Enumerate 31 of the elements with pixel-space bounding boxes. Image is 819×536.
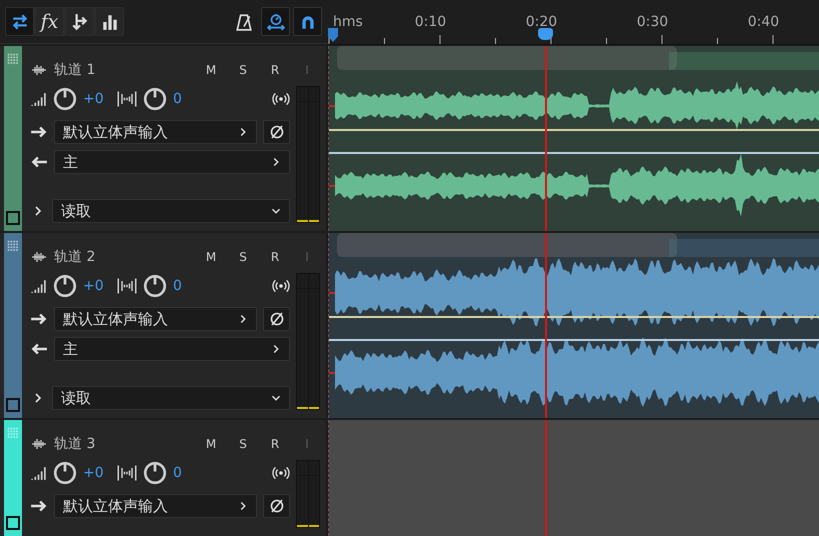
time-unit-label: hms (332, 14, 364, 30)
output-dropdown[interactable]: 主 (54, 150, 290, 174)
pan-value: 0 (173, 465, 183, 481)
time-label: 0:40 (746, 14, 780, 30)
input-dropdown[interactable]: 默认立体声输入 (54, 494, 257, 518)
automation-dropdown[interactable]: 读取 (52, 386, 290, 410)
input-dropdown[interactable]: 默认立体声输入 (54, 120, 257, 144)
track-name: 轨道 1 (54, 61, 96, 79)
track-toggle-button[interactable]: S (230, 63, 256, 77)
pan-value: 0 (173, 278, 183, 294)
track-toggle-button[interactable]: S (230, 437, 256, 451)
time-label: 0:10 (414, 14, 448, 30)
track-toggle-button[interactable]: M (198, 250, 224, 264)
automation-dropdown[interactable]: 读取 (52, 199, 290, 223)
volume-value: +0 (83, 465, 105, 481)
track-toggle-button[interactable]: S (230, 250, 256, 264)
track-toggle-button[interactable]: R (262, 63, 288, 77)
track-toggle-button[interactable]: M (198, 63, 224, 77)
volume-value: +0 (83, 91, 105, 107)
time-label: 0:30 (636, 14, 670, 30)
time-label: 0:20 (524, 14, 558, 30)
fx-button[interactable]: fx (35, 7, 64, 36)
track-toggle-button[interactable]: M (198, 437, 224, 451)
volume-value: +0 (83, 278, 105, 294)
pan-value: 0 (173, 91, 183, 107)
track-name: 轨道 3 (54, 435, 96, 453)
track-toggle-button[interactable]: R (262, 250, 288, 264)
output-dropdown[interactable]: 主 (54, 337, 290, 361)
track-name: 轨道 2 (54, 248, 96, 266)
track-toggle-button[interactable]: R (262, 437, 288, 451)
input-dropdown[interactable]: 默认立体声输入 (54, 307, 257, 331)
